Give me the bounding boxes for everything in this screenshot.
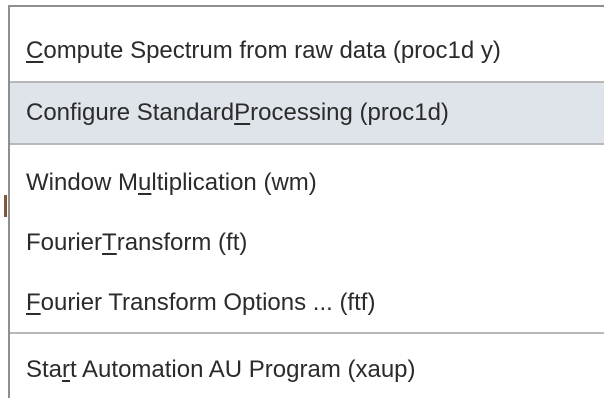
menu-item-fourier-transform-options[interactable]: Fourier Transform Options ... (ftf) — [10, 273, 604, 333]
screenshot-canvas: Compute Spectrum from raw data (proc1d y… — [0, 0, 604, 398]
menu-item-compute-spectrum[interactable]: Compute Spectrum from raw data (proc1d y… — [10, 21, 604, 81]
menu-item-mnemonic: F — [26, 289, 41, 316]
menu-item-mnemonic: P — [234, 99, 251, 126]
menu-item-mnemonic: u — [138, 169, 152, 196]
menu-item-mnemonic: C — [26, 37, 44, 64]
menu-item-label-prefix: Configure Standard — [26, 99, 235, 126]
menu-item-label-suffix: ourier Transform Options ... (ftf) — [40, 289, 376, 316]
menu-item-label-prefix: Window M — [26, 169, 139, 196]
menu-item-mnemonic: r — [62, 356, 71, 383]
menu-item-start-automation-au-program[interactable]: Sta r t Automation AU Program (xaup) — [10, 340, 604, 398]
menu-item-configure-standard-processing[interactable]: Configure Standard Processing (proc1d) — [10, 83, 604, 143]
menu-item-mnemonic: T — [102, 229, 117, 256]
menu-item-label-prefix: Sta — [26, 356, 63, 383]
menu-separator — [10, 332, 604, 334]
menu-item-window-multiplication[interactable]: Window Mu ltiplication (wm) — [10, 153, 604, 213]
menu-item-label-suffix: ltiplication (wm) — [151, 169, 317, 196]
menu-item-label-suffix: ompute Spectrum from raw data (proc1d y) — [43, 37, 501, 64]
background-edge-mark — [4, 195, 7, 217]
menu-item-label-suffix: ransform (ft) — [116, 229, 248, 256]
menu-separator — [10, 143, 604, 145]
menu-item-label-suffix: rocessing (proc1d) — [250, 99, 449, 126]
menu-item-fourier-transform[interactable]: Fourier Transform (ft) — [10, 213, 604, 273]
processing-context-menu: Compute Spectrum from raw data (proc1d y… — [8, 5, 604, 398]
menu-item-label-suffix: t Automation AU Program (xaup) — [70, 356, 416, 383]
menu-item-label-prefix: Fourier — [26, 229, 103, 256]
